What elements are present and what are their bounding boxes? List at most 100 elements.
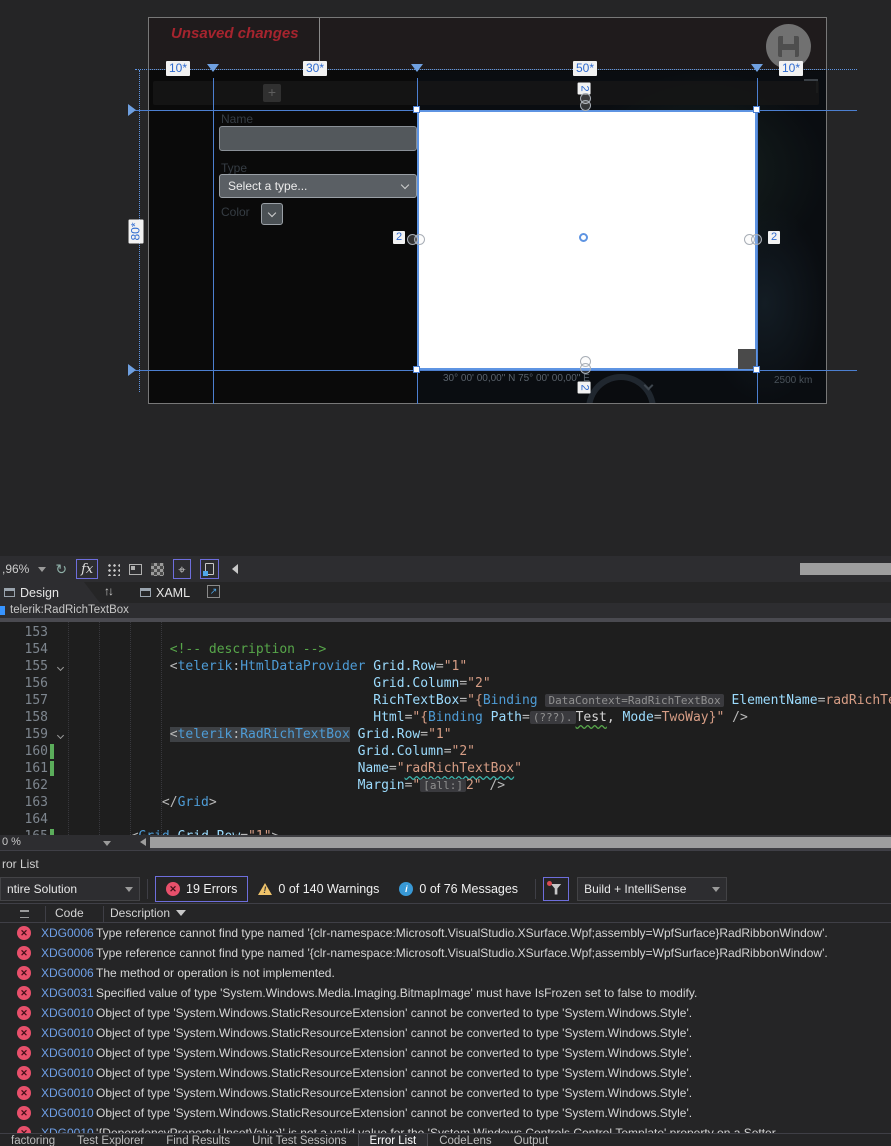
- code-line[interactable]: 164: [0, 811, 891, 828]
- line-number[interactable]: 162: [0, 777, 50, 794]
- errors-filter-button[interactable]: ✕ 19 Errors: [155, 876, 249, 902]
- column-divider[interactable]: [103, 906, 104, 922]
- line-number[interactable]: 156: [0, 675, 50, 692]
- bottom-tab-factoring[interactable]: factoring: [0, 1134, 66, 1146]
- fold-chevron-icon[interactable]: [55, 726, 68, 743]
- chain-link-icon[interactable]: [407, 234, 425, 245]
- margin-left-badge[interactable]: 2: [393, 231, 406, 244]
- error-row[interactable]: ✕ XDG0010 Object of type 'System.Windows.S…: [0, 1063, 891, 1083]
- column-width-badge[interactable]: 30*: [303, 61, 328, 76]
- error-row[interactable]: ✕ XDG0006 Type reference cannot find type …: [0, 923, 891, 943]
- bottom-tab-codelens[interactable]: CodeLens: [428, 1134, 502, 1146]
- zoom-dropdown-icon[interactable]: [38, 566, 47, 572]
- column-divider[interactable]: [45, 906, 46, 922]
- line-number[interactable]: 154: [0, 641, 50, 658]
- designer-zoom-value[interactable]: ,96%: [2, 562, 29, 576]
- chain-link-icon[interactable]: [581, 93, 591, 111]
- warnings-filter-button[interactable]: 0 of 140 Warnings: [248, 876, 389, 902]
- editor-splitter[interactable]: [0, 618, 891, 622]
- swap-panes-button[interactable]: ↑↓: [104, 584, 114, 598]
- line-number[interactable]: 155: [0, 658, 50, 675]
- line-number[interactable]: 158: [0, 709, 50, 726]
- bottom-tab-unit-test-sessions[interactable]: Unit Test Sessions: [241, 1134, 357, 1146]
- bottom-tab-find-results[interactable]: Find Results: [155, 1134, 241, 1146]
- column-width-badge[interactable]: 10*: [779, 61, 804, 76]
- bottom-tab-test-explorer[interactable]: Test Explorer: [66, 1134, 155, 1146]
- resize-handle[interactable]: [753, 366, 760, 373]
- code-line[interactable]: 159 <telerik:RadRichTextBox Grid.Row="1": [0, 726, 891, 743]
- snap-to-snaplines-button[interactable]: [199, 559, 219, 579]
- scroll-left-icon[interactable]: [231, 564, 238, 574]
- editor-zoom-value[interactable]: 0 %: [2, 836, 21, 848]
- code-line[interactable]: 157 RichTextBox="{Binding DataContext=Ra…: [0, 692, 891, 709]
- error-row[interactable]: ✕ XDG0010 Object of type 'System.Windows.S…: [0, 1003, 891, 1023]
- popout-icon[interactable]: ↗: [207, 585, 220, 598]
- error-row[interactable]: ✕ XDG0010 Object of type 'System.Windows.S…: [0, 1023, 891, 1043]
- code-line[interactable]: 154 <!-- description -->: [0, 641, 891, 658]
- severity-column-icon[interactable]: [20, 910, 29, 918]
- tab-design[interactable]: Design: [0, 582, 100, 603]
- scroll-left-icon[interactable]: [140, 838, 146, 846]
- code-line[interactable]: 153: [0, 624, 891, 641]
- column-splitter-marker[interactable]: [751, 64, 763, 72]
- column-splitter-marker[interactable]: [207, 64, 219, 72]
- bottom-tab-output[interactable]: Output: [503, 1134, 560, 1146]
- code-line[interactable]: 160 Grid.Column="2": [0, 743, 891, 760]
- margin-right-badge[interactable]: 2: [768, 231, 781, 244]
- row-height-badge[interactable]: 80*: [128, 219, 144, 244]
- snap-to-grid-button[interactable]: ⌖: [173, 559, 191, 579]
- code-line[interactable]: 158 Html="{Binding Path= (???). Test, Mode…: [0, 709, 891, 726]
- show-grid-icon[interactable]: [107, 562, 121, 576]
- line-number[interactable]: 153: [0, 624, 50, 641]
- filter-button[interactable]: [543, 877, 570, 901]
- effects-toggle-button[interactable]: fx: [76, 559, 99, 579]
- bottom-tab-error-list[interactable]: Error List: [357, 1134, 429, 1146]
- error-row[interactable]: ✕ XDG0006 Type reference cannot find type …: [0, 943, 891, 963]
- resize-handle[interactable]: [413, 106, 420, 113]
- error-row[interactable]: ✕ XDG0010 Object of type 'System.Windows.S…: [0, 1103, 891, 1123]
- color-dropdown[interactable]: [261, 203, 283, 225]
- code-column-header[interactable]: Code: [55, 906, 84, 920]
- column-width-badge[interactable]: 10*: [166, 61, 191, 76]
- chain-link-icon[interactable]: [581, 356, 591, 374]
- editor-hscrollbar-thumb[interactable]: [150, 837, 891, 848]
- resize-handle[interactable]: [753, 106, 760, 113]
- code-line[interactable]: 156 Grid.Column="2": [0, 675, 891, 692]
- code-editor[interactable]: 153 154 <!-- description --> 155 <telerik:…: [0, 618, 891, 835]
- type-combobox[interactable]: Select a type...: [219, 174, 417, 198]
- code-line[interactable]: 161 Name="radRichTextBox": [0, 760, 891, 777]
- line-number[interactable]: 163: [0, 794, 50, 811]
- messages-filter-button[interactable]: i 0 of 76 Messages: [389, 876, 528, 902]
- tab-xaml[interactable]: XAML: [140, 582, 190, 603]
- line-number[interactable]: 160: [0, 743, 50, 760]
- add-icon[interactable]: +: [263, 84, 281, 102]
- column-splitter-marker[interactable]: [411, 64, 423, 72]
- line-number[interactable]: 164: [0, 811, 50, 828]
- chain-link-icon[interactable]: [744, 234, 762, 245]
- name-input[interactable]: [219, 126, 417, 151]
- code-line[interactable]: 165 <Grid Grid.Row="1">: [0, 828, 891, 835]
- fold-chevron-icon[interactable]: [55, 828, 68, 835]
- line-number[interactable]: 159: [0, 726, 50, 743]
- refresh-icon[interactable]: ↻: [55, 562, 67, 576]
- error-row[interactable]: ✕ XDG0010 Object of type 'System.Windows.S…: [0, 1083, 891, 1103]
- artboard-background-icon[interactable]: [129, 563, 143, 575]
- editor-zoom-dropdown-icon[interactable]: [103, 841, 111, 846]
- scope-dropdown[interactable]: ntire Solution: [0, 877, 140, 901]
- code-line[interactable]: 163 </Grid>: [0, 794, 891, 811]
- error-row[interactable]: ✕ XDG0006 The method or operation is not i…: [0, 963, 891, 983]
- line-number[interactable]: 157: [0, 692, 50, 709]
- line-number[interactable]: 161: [0, 760, 50, 777]
- description-column-header[interactable]: Description: [110, 906, 187, 920]
- editor-hscrollbar-track[interactable]: [150, 835, 891, 850]
- row-splitter-marker[interactable]: [128, 364, 136, 376]
- resize-handle[interactable]: [413, 366, 420, 373]
- designer-hscrollbar-thumb[interactable]: [800, 563, 891, 575]
- row-splitter-marker[interactable]: [128, 104, 136, 116]
- line-number[interactable]: 165: [0, 828, 50, 835]
- column-width-badge[interactable]: 50*: [573, 61, 598, 76]
- breadcrumb-selected-element[interactable]: telerik:RadRichTextBox: [10, 603, 129, 618]
- error-row[interactable]: ✕ XDG0031 Specified value of type 'System.…: [0, 983, 891, 1003]
- source-dropdown[interactable]: Build + IntelliSense: [577, 877, 728, 901]
- error-row[interactable]: ✕ XDG0010 Object of type 'System.Windows.S…: [0, 1043, 891, 1063]
